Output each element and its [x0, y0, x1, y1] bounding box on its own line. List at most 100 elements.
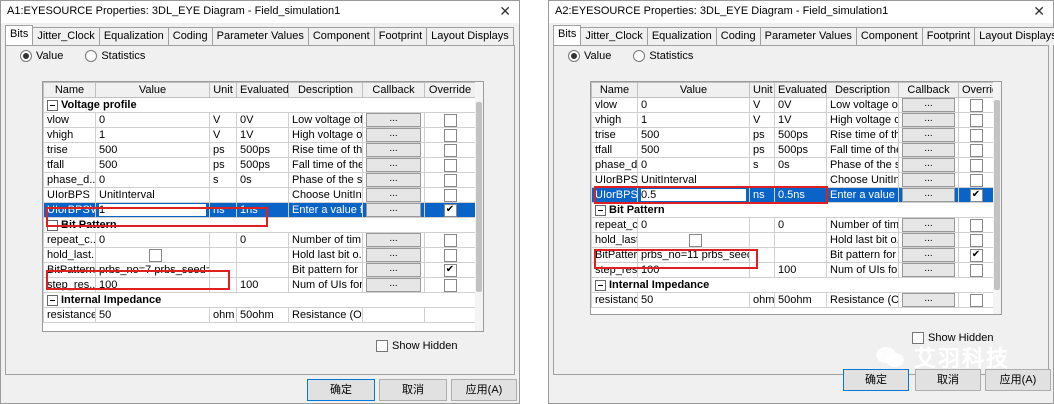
override-checkbox[interactable]	[443, 248, 457, 262]
param-value[interactable]: 500	[95, 157, 210, 173]
table-row[interactable]: repeat_c...00Number of tim......	[591, 217, 994, 233]
col-header-name[interactable]: Name	[591, 82, 638, 98]
override-checkbox[interactable]	[443, 233, 457, 247]
table-row[interactable]: trise500ps500psRise time of th......	[591, 127, 994, 143]
tab-equalization[interactable]: Equalization	[646, 27, 717, 45]
callback-button[interactable]: ...	[366, 248, 421, 262]
override-checkbox-checked[interactable]: ✔	[969, 188, 983, 202]
override-checkbox[interactable]	[969, 233, 983, 247]
callback-button[interactable]: ...	[902, 143, 955, 157]
override-checkbox[interactable]	[969, 293, 983, 307]
callback-button[interactable]: ...	[366, 188, 421, 202]
tab-jitter-clock[interactable]: Jitter_Clock	[580, 27, 648, 45]
table-row[interactable]: vhigh1V1VHigh voltage o......	[43, 127, 476, 143]
override-checkbox[interactable]	[443, 173, 457, 187]
col-header-override[interactable]: Override	[424, 82, 476, 98]
scrollbar-thumb[interactable]	[994, 100, 1000, 290]
col-header-unit[interactable]: Unit	[209, 82, 237, 98]
callback-button[interactable]: ...	[902, 98, 955, 112]
callback-button[interactable]: ...	[902, 218, 955, 232]
param-value[interactable]: 1	[637, 112, 750, 128]
col-header-description[interactable]: Description	[288, 82, 363, 98]
callback-button[interactable]: ...	[366, 158, 421, 172]
col-header-evaluated[interactable]: Evaluated...	[774, 82, 827, 98]
override-checkbox-checked[interactable]: ✔	[443, 203, 457, 217]
table-row[interactable]: vlow0V0VLow voltage of......	[43, 112, 476, 128]
param-value[interactable]: 0	[95, 232, 210, 248]
param-value[interactable]: 50	[95, 307, 210, 323]
override-checkbox[interactable]	[969, 158, 983, 172]
value-checkbox[interactable]	[149, 248, 162, 262]
callback-button[interactable]: ...	[366, 143, 421, 157]
callback-button[interactable]: ...	[902, 248, 955, 262]
scrollbar-thumb[interactable]	[476, 102, 482, 292]
callback-button[interactable]: ...	[366, 113, 421, 127]
tab-jitter-clock[interactable]: Jitter_Clock	[32, 27, 100, 45]
callback-button[interactable]: ...	[902, 233, 955, 247]
tab-footprint[interactable]: Footprint	[373, 27, 428, 45]
tab-footprint[interactable]: Footprint	[921, 27, 976, 45]
tab-parameter-values[interactable]: Parameter Values	[211, 27, 309, 45]
radio-statistics[interactable]: Statistics	[633, 50, 693, 62]
param-value[interactable]: 1	[95, 127, 210, 143]
tab-layout-displays[interactable]: Layout Displays	[974, 27, 1054, 45]
collapse-icon[interactable]	[595, 204, 606, 216]
callback-button[interactable]: ...	[902, 263, 955, 277]
vertical-scrollbar[interactable]	[475, 82, 483, 331]
col-header-value[interactable]: Value	[637, 82, 750, 98]
tab-coding[interactable]: Coding	[715, 27, 761, 45]
callback-button[interactable]: ...	[366, 233, 421, 247]
tab-coding[interactable]: Coding	[167, 27, 213, 45]
param-value[interactable]: 0	[637, 97, 750, 113]
callback-button[interactable]: ...	[902, 128, 955, 142]
collapse-icon[interactable]	[47, 294, 58, 306]
show-hidden-checkbox[interactable]: Show Hidden	[376, 340, 457, 352]
table-row[interactable]: hold_last... Hold last bit o......	[43, 247, 476, 263]
col-header-name[interactable]: Name	[43, 82, 96, 98]
param-value[interactable]: 50	[637, 292, 750, 308]
callback-button[interactable]: ...	[902, 173, 955, 187]
table-row[interactable]: repeat_c...00Number of tim......	[43, 232, 476, 248]
radio-statistics[interactable]: Statistics	[85, 50, 145, 62]
cancel-button[interactable]: 取消	[379, 379, 447, 401]
table-row[interactable]: resistance50ohm50ohmResistance (Oh......	[591, 292, 994, 308]
param-value[interactable]: 0	[637, 157, 750, 173]
col-header-callback[interactable]: Callback	[898, 82, 959, 98]
table-row[interactable]: phase_d...0s0sPhase of the s......	[43, 172, 476, 188]
callback-button[interactable]: ...	[366, 203, 421, 217]
vertical-scrollbar[interactable]	[993, 82, 1001, 314]
override-checkbox[interactable]	[443, 278, 457, 292]
override-checkbox[interactable]	[969, 98, 983, 112]
tab-parameter-values[interactable]: Parameter Values	[759, 27, 857, 45]
tab-bits[interactable]: Bits	[5, 25, 34, 45]
collapse-icon[interactable]	[47, 99, 58, 111]
override-checkbox[interactable]	[443, 188, 457, 202]
group-row-internal-impedance[interactable]: Internal Impedance	[43, 292, 476, 308]
col-header-unit[interactable]: Unit	[749, 82, 775, 98]
table-row[interactable]: tfall500ps500psFall time of the......	[43, 157, 476, 173]
override-checkbox[interactable]	[443, 113, 457, 127]
param-value[interactable]: UnitInterval	[95, 187, 210, 203]
tab-component[interactable]: Component	[855, 27, 923, 45]
table-row[interactable]: phase_d...0s0sPhase of the s......	[591, 157, 994, 173]
override-checkbox-checked[interactable]: ✔	[443, 263, 457, 277]
tab-bits[interactable]: Bits	[553, 25, 582, 45]
callback-button[interactable]: ...	[366, 263, 421, 277]
override-checkbox[interactable]	[969, 218, 983, 232]
override-checkbox[interactable]	[443, 143, 457, 157]
ok-button[interactable]: 确定	[307, 379, 375, 401]
value-checkbox[interactable]	[689, 233, 702, 247]
callback-button[interactable]: ...	[902, 293, 955, 307]
override-checkbox[interactable]	[969, 263, 983, 277]
group-row-bit-pattern[interactable]: Bit Pattern	[591, 202, 994, 218]
callback-button[interactable]: ...	[366, 173, 421, 187]
callback-button[interactable]: ...	[366, 278, 421, 292]
override-checkbox[interactable]	[969, 128, 983, 142]
tab-layout-displays[interactable]: Layout Displays	[426, 27, 514, 45]
col-header-override[interactable]: Override	[958, 82, 994, 98]
table-row-partial[interactable]: resistance50ohm50ohmResistance (Oh...	[43, 307, 476, 323]
col-header-value[interactable]: Value	[95, 82, 210, 98]
callback-button[interactable]: ...	[902, 113, 955, 127]
param-value[interactable]: 0	[95, 112, 210, 128]
override-checkbox[interactable]	[443, 158, 457, 172]
